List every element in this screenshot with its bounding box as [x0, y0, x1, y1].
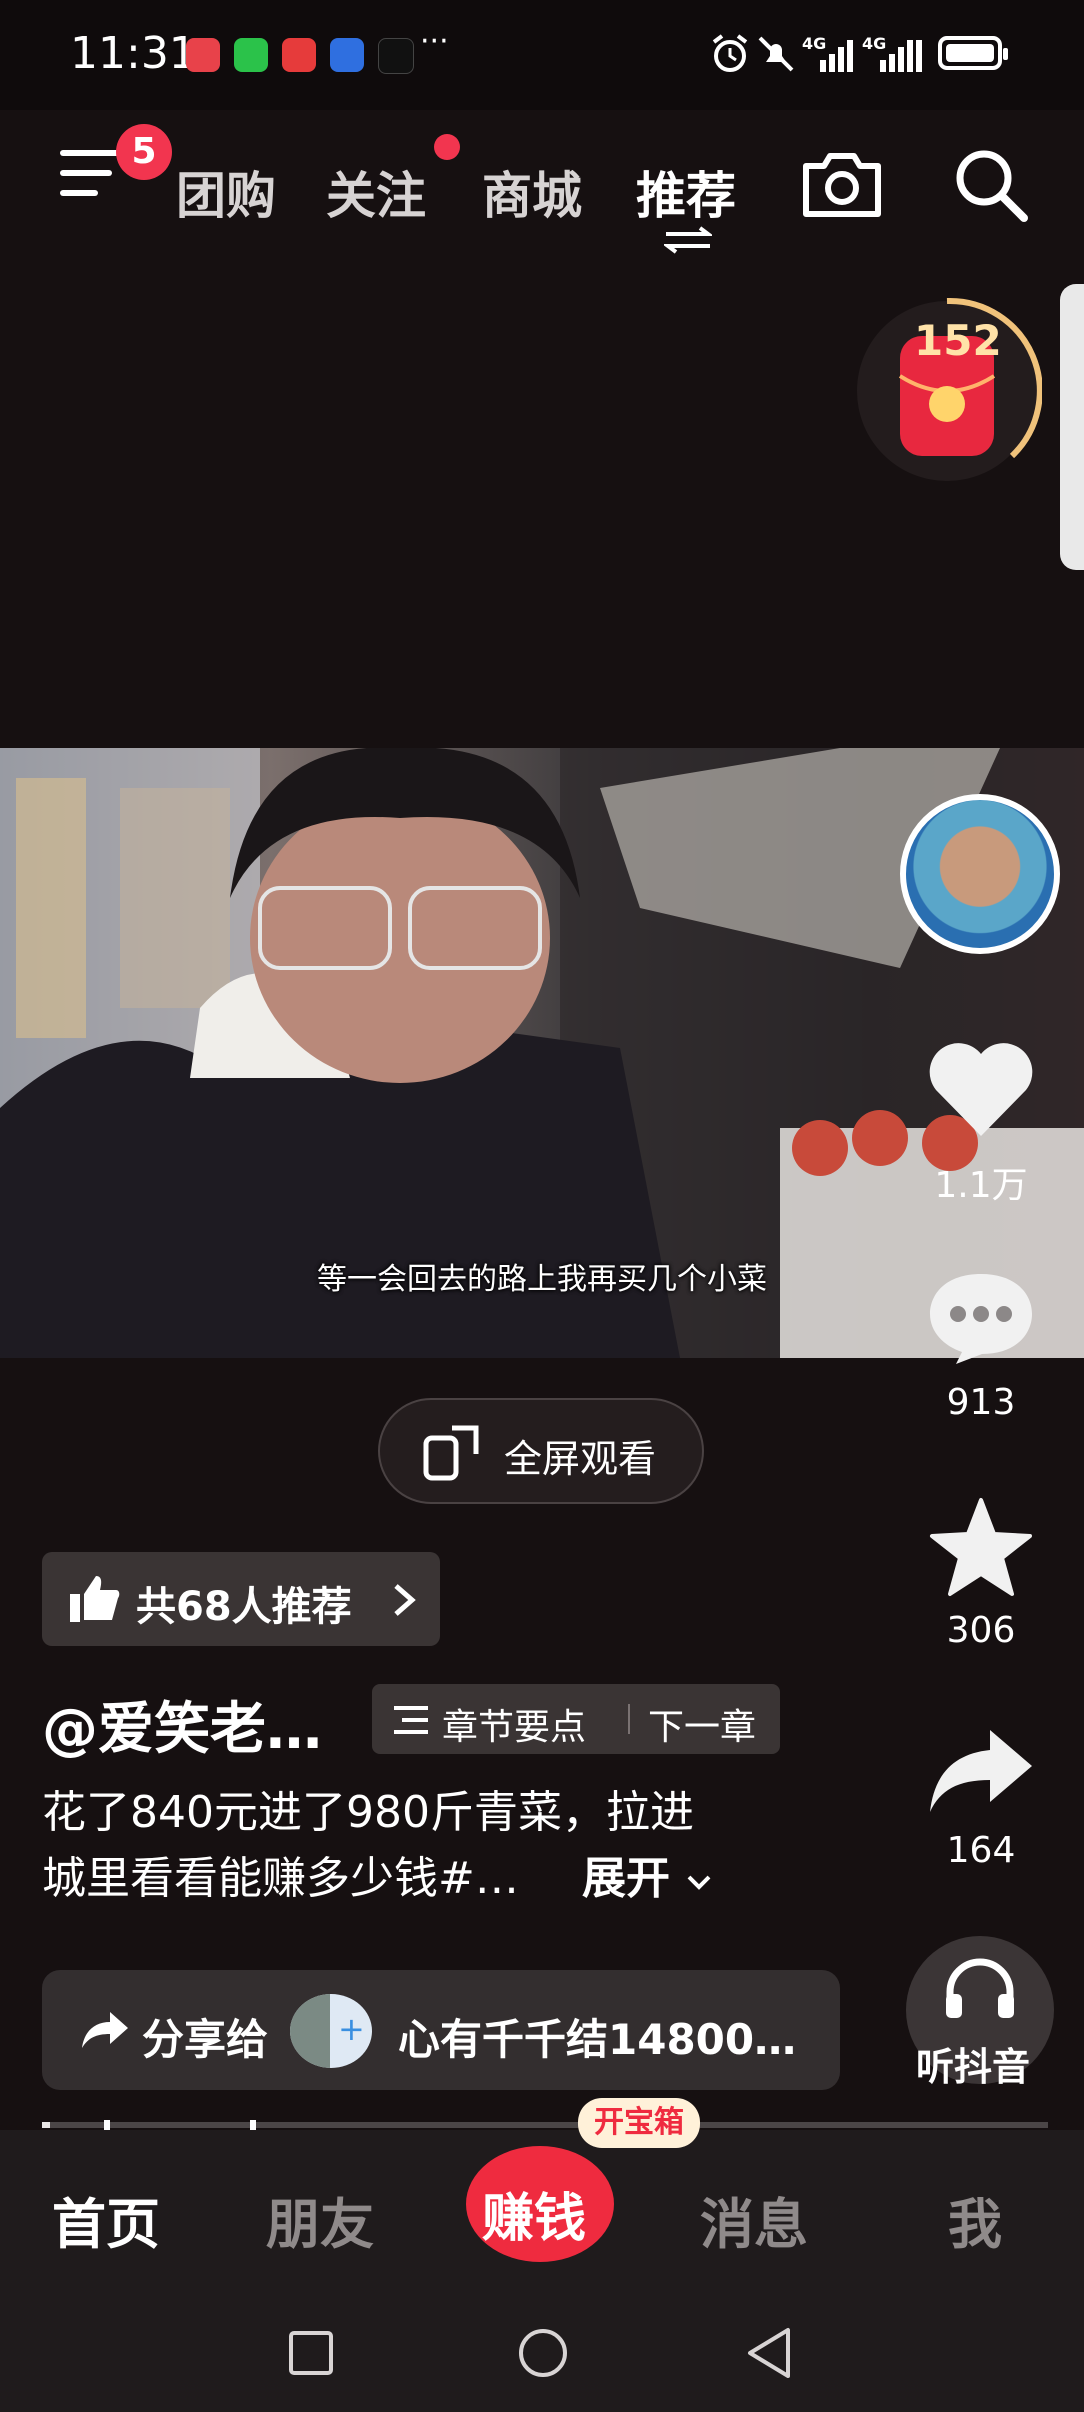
chapter-marker	[104, 2120, 110, 2130]
treasure-box-badge[interactable]: 开宝箱	[578, 2098, 700, 2148]
chapters-bar[interactable]: 章节要点 下一章	[372, 1684, 780, 1754]
mute-icon	[758, 36, 794, 72]
video-subtitle: 等一会回去的路上我再买几个小菜	[317, 1262, 767, 1297]
like-heart-icon[interactable]	[926, 1040, 1036, 1140]
expand-label: 展开	[582, 1853, 670, 1904]
earn-label: 赚钱	[482, 2189, 587, 2249]
fullscreen-button[interactable]: 全屏观看	[378, 1398, 704, 1504]
share-small-icon	[82, 2012, 128, 2048]
following-notification-dot	[434, 134, 460, 160]
video-progress-track[interactable]	[42, 2122, 1048, 2128]
video-progress-fill	[42, 2122, 50, 2128]
red-packet-timer[interactable]: 152	[852, 296, 1043, 486]
system-nav-bar	[0, 2300, 1084, 2412]
back-triangle-icon[interactable]	[744, 2326, 794, 2380]
share-target-name: 心有千千结14800…	[398, 2015, 797, 2064]
huawei-store-icon	[186, 38, 220, 72]
share-label: 分享给	[142, 2015, 269, 2064]
thumbs-up-icon	[70, 1576, 120, 1622]
author-avatar[interactable]	[900, 794, 1060, 954]
red-packet-count: 152	[914, 316, 1002, 365]
home-circle-icon[interactable]	[516, 2326, 570, 2380]
battery-icon	[938, 36, 1008, 70]
tab-group-buy[interactable]: 团购	[176, 156, 276, 228]
side-drawer-handle[interactable]	[1060, 284, 1084, 570]
chapter-marker	[250, 2120, 256, 2130]
tiktok-icon	[378, 38, 414, 74]
friend-avatar: +	[290, 1994, 372, 2068]
tab-following[interactable]: 关注	[326, 156, 426, 228]
menu-badge: 5	[116, 124, 172, 180]
swap-arrows-icon[interactable]	[664, 226, 712, 254]
share-count: 164	[946, 1830, 1016, 1871]
more-notifications-icon: ···	[420, 24, 449, 59]
rotate-screen-icon	[423, 1425, 479, 1481]
recommend-label: 共68人推荐	[136, 1584, 352, 1630]
menu-icon[interactable]	[60, 150, 122, 210]
tab-friends[interactable]: 朋友	[266, 2180, 374, 2259]
description-line-1: 花了840元进了980斤青菜，拉进	[42, 1787, 694, 1838]
signal-icon	[820, 40, 853, 72]
chapter-list-icon	[394, 1706, 428, 1734]
favorite-star-icon[interactable]	[928, 1496, 1034, 1598]
description-line-2: 城里看看能赚多少钱#…	[42, 1853, 519, 1904]
share-arrow-icon[interactable]	[928, 1726, 1034, 1816]
add-icon: +	[338, 2010, 365, 2048]
search-icon[interactable]	[952, 146, 1030, 224]
clock: 11:31	[70, 28, 197, 79]
expand-button[interactable]: 展开	[582, 1842, 713, 1906]
camera-icon[interactable]	[800, 148, 884, 220]
wechat-icon	[234, 38, 268, 72]
headphones-icon	[946, 1958, 1014, 2018]
comment-count: 913	[946, 1382, 1016, 1423]
fullscreen-label: 全屏观看	[504, 1437, 657, 1481]
like-count: 1.1万	[934, 1165, 1028, 1206]
recommend-pill[interactable]: 共68人推荐	[42, 1552, 440, 1646]
chapters-label: 章节要点	[442, 1707, 587, 1748]
comment-icon[interactable]	[926, 1266, 1036, 1366]
listen-label: 听抖音	[916, 2045, 1031, 2089]
tab-mall[interactable]: 商城	[482, 156, 582, 228]
tab-recommend[interactable]: 推荐	[636, 156, 736, 228]
next-chapter-button[interactable]: 下一章	[648, 1698, 756, 1750]
author-name[interactable]: @爱笑老…	[42, 1684, 322, 1765]
signal-icon-2	[880, 40, 922, 72]
tab-messages[interactable]: 消息	[700, 2180, 808, 2259]
tab-home[interactable]: 首页	[52, 2180, 160, 2259]
reader-icon	[282, 38, 316, 72]
favorite-count: 306	[946, 1610, 1016, 1651]
chevron-down-icon	[687, 1875, 711, 1890]
status-bar: 11:31 ··· 4G 4G	[0, 0, 1084, 110]
tab-me[interactable]: 我	[948, 2180, 1002, 2259]
alarm-icon	[712, 34, 748, 72]
chevron-right-icon	[394, 1584, 416, 1616]
chapters-divider	[628, 1704, 630, 1734]
idea-icon	[330, 38, 364, 72]
share-to-friend-bar[interactable]: 分享给 + 心有千千结14800…	[42, 1970, 840, 2090]
recents-square-icon[interactable]	[286, 2328, 336, 2378]
